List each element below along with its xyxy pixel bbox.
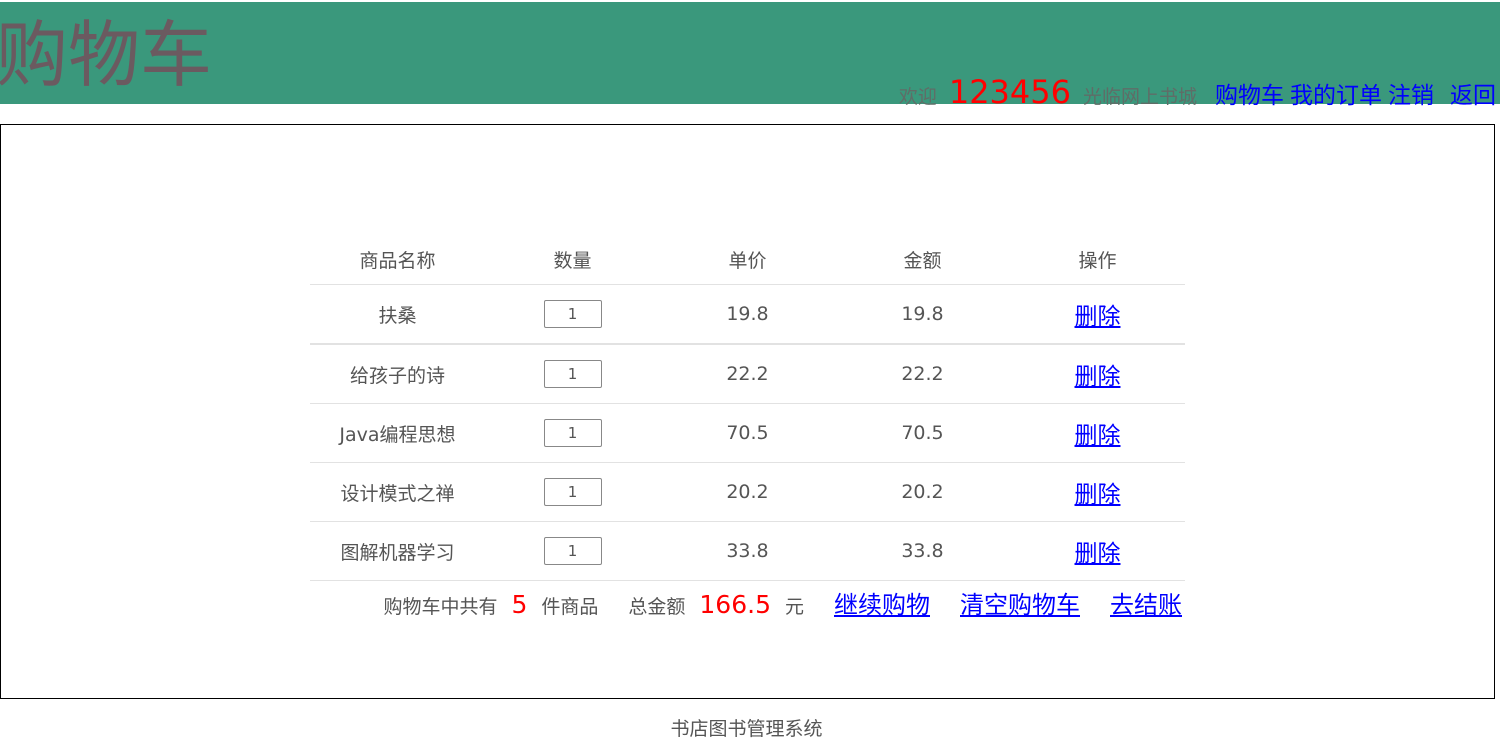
delete-link[interactable]: 删除 — [1075, 541, 1121, 567]
total-amount: 166.5 — [699, 590, 771, 619]
nav-cart-link[interactable]: 购物车 — [1215, 76, 1284, 110]
nav-logout-link[interactable]: 注销 — [1388, 76, 1434, 110]
column-header-quantity: 数量 — [485, 234, 660, 285]
quantity-input[interactable] — [543, 478, 602, 506]
item-quantity-cell — [485, 344, 660, 404]
item-price: 70.5 — [660, 403, 835, 463]
cart-table: 商品名称 数量 单价 金额 操作 扶桑 19.8 19.8 删除 给孩子的诗 2… — [310, 234, 1185, 581]
table-row: 扶桑 19.8 19.8 删除 — [310, 284, 1185, 345]
header-nav: 欢迎 123456 光临网上书城 购物车 我的订单 注销 返回 — [899, 74, 1496, 110]
item-name: 图解机器学习 — [310, 521, 485, 581]
item-quantity-cell — [485, 284, 660, 345]
quantity-input[interactable] — [543, 300, 602, 328]
item-amount: 22.2 — [835, 344, 1010, 404]
checkout-link[interactable]: 去结账 — [1110, 585, 1182, 620]
delete-link[interactable]: 删除 — [1075, 423, 1121, 449]
username-label: 123456 — [948, 73, 1071, 111]
table-row: 设计模式之禅 20.2 20.2 删除 — [310, 462, 1185, 522]
delete-link[interactable]: 删除 — [1075, 482, 1121, 508]
item-quantity-cell — [485, 462, 660, 522]
item-quantity-cell — [485, 521, 660, 581]
footer-text: 书店图书管理系统 — [670, 718, 823, 740]
item-name: Java编程思想 — [310, 403, 485, 463]
item-count-suffix: 件商品 — [541, 596, 599, 618]
page-title: 购物车 — [0, 13, 213, 97]
cart-summary: 购物车中共有 5 件商品 总金额 166.5 元 继续购物 清空购物车 去结账 — [383, 585, 1182, 620]
item-action-cell: 删除 — [1010, 462, 1185, 522]
item-action-cell: 删除 — [1010, 521, 1185, 581]
cart-panel: 商品名称 数量 单价 金额 操作 扶桑 19.8 19.8 删除 给孩子的诗 2… — [0, 124, 1495, 699]
item-name: 扶桑 — [310, 284, 485, 345]
table-header-row: 商品名称 数量 单价 金额 操作 — [310, 234, 1185, 285]
table-row: Java编程思想 70.5 70.5 删除 — [310, 403, 1185, 463]
welcome-suffix: 光临网上书城 — [1082, 86, 1197, 108]
delete-link[interactable]: 删除 — [1075, 364, 1121, 390]
column-header-price: 单价 — [660, 234, 835, 285]
column-header-name: 商品名称 — [310, 234, 485, 285]
nav-orders-link[interactable]: 我的订单 — [1290, 76, 1382, 110]
quantity-input[interactable] — [543, 419, 602, 447]
table-row: 图解机器学习 33.8 33.8 删除 — [310, 521, 1185, 581]
item-amount: 33.8 — [835, 521, 1010, 581]
quantity-input[interactable] — [543, 360, 602, 388]
item-amount: 70.5 — [835, 403, 1010, 463]
item-price: 33.8 — [660, 521, 835, 581]
delete-link[interactable]: 删除 — [1075, 304, 1121, 330]
quantity-input[interactable] — [543, 537, 602, 565]
welcome-prefix: 欢迎 — [898, 86, 937, 108]
total-suffix: 元 — [784, 596, 804, 618]
item-name: 设计模式之禅 — [310, 462, 485, 522]
item-action-cell: 删除 — [1010, 403, 1185, 463]
item-action-cell: 删除 — [1010, 284, 1185, 345]
nav-back-link[interactable]: 返回 — [1450, 76, 1496, 110]
total-prefix: 总金额 — [628, 596, 686, 618]
item-quantity-cell — [485, 403, 660, 463]
item-price: 20.2 — [660, 462, 835, 522]
column-header-amount: 金额 — [835, 234, 1010, 285]
table-row: 给孩子的诗 22.2 22.2 删除 — [310, 344, 1185, 404]
item-amount: 19.8 — [835, 284, 1010, 345]
item-action-cell: 删除 — [1010, 344, 1185, 404]
clear-cart-link[interactable]: 清空购物车 — [960, 585, 1080, 620]
item-price: 19.8 — [660, 284, 835, 345]
column-header-action: 操作 — [1010, 234, 1185, 285]
item-price: 22.2 — [660, 344, 835, 404]
header-bar: 购物车 欢迎 123456 光临网上书城 购物车 我的订单 注销 返回 — [0, 2, 1500, 110]
item-amount: 20.2 — [835, 462, 1010, 522]
item-count-prefix: 购物车中共有 — [383, 596, 498, 618]
item-count: 5 — [511, 590, 528, 619]
item-name: 给孩子的诗 — [310, 344, 485, 404]
continue-shopping-link[interactable]: 继续购物 — [834, 585, 930, 620]
